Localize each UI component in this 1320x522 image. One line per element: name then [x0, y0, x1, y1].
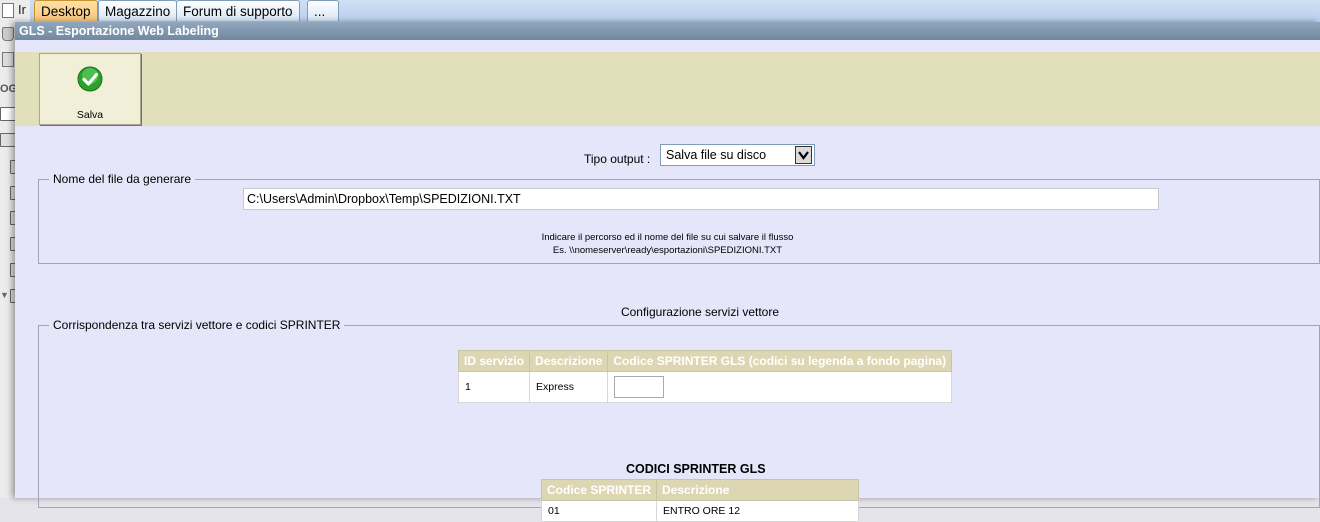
- window-title: GLS - Esportazione Web Labeling: [15, 22, 1320, 40]
- trash-icon: [2, 27, 14, 41]
- services-table: ID servizio Descrizione Codice SPRINTER …: [457, 350, 953, 403]
- sprinter-code-input[interactable]: [614, 376, 665, 398]
- tab-magazzino[interactable]: Magazzino: [98, 0, 178, 21]
- tab-forum-di-supporto[interactable]: Forum di supporto: [176, 0, 300, 21]
- save-label: Salva: [76, 109, 104, 121]
- column-header: ID servizio: [457, 350, 531, 372]
- sprinter-description: ENTRO ORE 12: [656, 500, 859, 522]
- document-icon: [2, 3, 14, 18]
- sprinter-code-cell: [607, 371, 953, 403]
- tipo-output-select[interactable]: Salva file su disco: [660, 144, 815, 166]
- codici-title: CODICI SPRINTER GLS: [626, 462, 766, 476]
- file-name-legend: Nome del file da generare: [53, 172, 192, 186]
- tab-desktop[interactable]: Desktop: [34, 0, 98, 21]
- table-header-row: ID servizio Descrizione Codice SPRINTER …: [457, 350, 953, 372]
- window-spacer: [15, 40, 1320, 52]
- table-header-row: Codice SPRINTER Descrizione: [540, 479, 859, 501]
- tipo-output-value: Salva file su disco: [666, 148, 767, 162]
- toolbar: Salva: [15, 52, 1320, 126]
- tipo-output-label: Tipo output :: [584, 152, 651, 166]
- config-title: Configurazione servizi vettore: [620, 305, 780, 319]
- service-description: Express: [529, 371, 609, 403]
- background-item-label: Ir: [18, 2, 26, 17]
- column-header: Codice SPRINTER: [540, 479, 658, 501]
- checkmark-icon: [77, 66, 103, 92]
- table-row: 01 ENTRO ORE 12: [540, 500, 859, 522]
- mapping-legend: Corrispondenza tra servizi vettore e cod…: [53, 318, 341, 332]
- folder-icon: [0, 107, 16, 121]
- chevron-down-icon[interactable]: [795, 146, 812, 164]
- column-header: Codice SPRINTER GLS (codici su legenda a…: [607, 350, 953, 372]
- sprinter-code: 01: [540, 500, 658, 522]
- table-row: 1 Express: [457, 371, 953, 403]
- folder-icon: [0, 133, 16, 147]
- save-button[interactable]: Salva: [39, 53, 141, 125]
- list-icon: [2, 52, 14, 67]
- expand-triangle-icon[interactable]: ▼: [0, 290, 9, 300]
- file-path-example: Es. \\nomeserver\ready\esportazioni\SPED…: [552, 245, 783, 256]
- export-window: GLS - Esportazione Web Labeling Salva Ti…: [15, 22, 1320, 522]
- file-path-input[interactable]: C:\Users\Admin\Dropbox\Temp\SPEDIZIONI.T…: [243, 188, 1159, 210]
- tab-more[interactable]: ...: [307, 0, 339, 21]
- service-id: 1: [457, 371, 531, 403]
- background-item[interactable]: Ir: [0, 0, 30, 20]
- column-header: Descrizione: [656, 479, 859, 501]
- codici-table: Codice SPRINTER Descrizione 01 ENTRO ORE…: [540, 479, 859, 522]
- column-header: Descrizione: [529, 350, 609, 372]
- tab-bar: Desktop Magazzino Forum di supporto ...: [30, 0, 1320, 23]
- form-content: Tipo output : Salva file su disco Nome d…: [15, 126, 1320, 522]
- file-path-hint: Indicare il percorso ed il nome del file…: [541, 232, 794, 243]
